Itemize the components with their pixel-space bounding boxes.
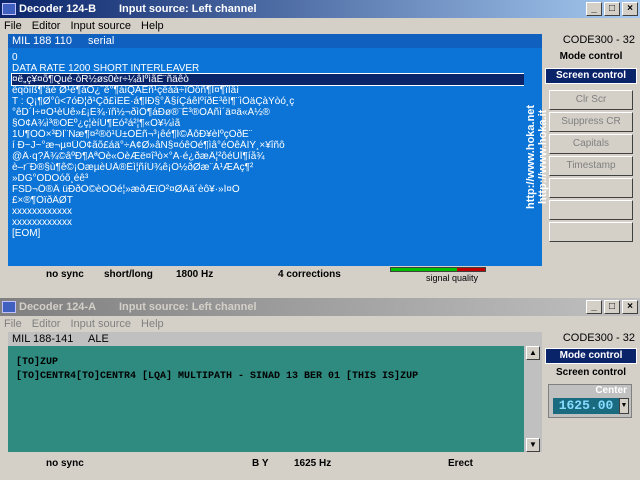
blank-button[interactable]	[549, 178, 633, 198]
input-source-label: Input source: Left channel	[119, 301, 257, 313]
menu-help[interactable]: Help	[141, 20, 164, 32]
input-source-label: Input source: Left channel	[119, 3, 257, 15]
text-line: °êD´Ì÷¤Ó¹èÚê»£¡Ê¾·ïñ½¬ðìÖ¶áÐø®¨Ë³®ÔÁñì´ä…	[12, 107, 270, 118]
maximize-button[interactable]: □	[604, 2, 620, 16]
text-line: è–r¨Ð®§ù¶ê©¡ÓæµèÙÄ®Ëì¦ñíÙ¾ê¡Ô½ðØæ¨Á¹ÆÂç¶…	[12, 162, 254, 173]
screen-control-button[interactable]: Screen control	[545, 366, 637, 382]
text-line: [TO]ZUP	[16, 357, 59, 368]
menu-help[interactable]: Help	[141, 318, 164, 330]
menu-file[interactable]: File	[4, 318, 22, 330]
text-line: @Ä·q?Å¾©âºÐ¶ÁªÕè«ÒèÆë¤î³ò×°Á·é¿ðæÄ¦²ôéÚÏ…	[12, 151, 265, 162]
code-label: CODE300 - 32	[562, 332, 635, 344]
titlebar[interactable]: Decoder 124-A Input source: Left channel…	[0, 298, 640, 316]
decoded-text-area[interactable]: 0 DATA RATE 1200 SHORT INTERLEAVER ¤ë„ç¥¤õ…	[8, 48, 542, 266]
menu-input-source[interactable]: Input source	[70, 20, 131, 32]
erect-status: Erect	[448, 457, 474, 469]
menu-editor[interactable]: Editor	[32, 318, 61, 330]
blank-button[interactable]	[549, 222, 633, 242]
window-title: Decoder 124-B	[19, 3, 97, 15]
titlebar[interactable]: Decoder 124-B Input source: Left channel…	[0, 0, 640, 18]
clr-scr-button[interactable]: Clr Scr	[549, 90, 633, 110]
mode-label: MIL 188-141	[12, 333, 74, 345]
mode-bar: MIL 188-141 ALE	[8, 332, 542, 346]
decoded-text-area[interactable]: [TO]ZUP [TO]CENTR4[TO]CENTR4 [LQA] MULTI…	[8, 346, 542, 452]
menubar: File Editor Input source Help	[0, 316, 640, 332]
mode-control-button[interactable]: Mode control	[545, 348, 637, 364]
menubar: File Editor Input source Help	[0, 18, 640, 34]
text-line: DATA RATE 1200 SHORT INTERLEAVER	[12, 63, 200, 74]
text-line: xxxxxxxxxxxx	[12, 217, 72, 228]
text-line: [TO]CENTR4[TO]CENTR4 [LQA] MULTIPATH - S…	[16, 371, 419, 382]
text-line: ëqöîß¶’äè Ø¹è¶áÕ¿¨ê°¶àìQÄËñ¹çêàá÷îÖöñ¶Í¤…	[12, 85, 239, 96]
mode-sub-label: ALE	[88, 333, 109, 345]
decoder-window-a: Decoder 124-A Input source: Left channel…	[0, 298, 640, 480]
app-icon	[2, 301, 16, 313]
mode-control-button[interactable]: Mode control	[545, 50, 637, 66]
status-bar: no sync short/long 1800 Hz 4 corrections…	[8, 267, 636, 283]
chevron-down-icon[interactable]: ▼	[619, 398, 629, 414]
code-label: CODE300 - 32	[562, 34, 635, 46]
menu-file[interactable]: File	[4, 20, 22, 32]
banner-url-net: http://www.hoka.net	[525, 104, 537, 210]
suppress-cr-button[interactable]: Suppress CR	[549, 112, 633, 132]
minimize-button[interactable]: _	[586, 300, 602, 314]
decoder-window-b: Decoder 124-B Input source: Left channel…	[0, 0, 640, 295]
capitals-button[interactable]: Capitals	[549, 134, 633, 154]
center-frequency-value[interactable]: 1625.00	[553, 398, 619, 414]
sync-status: no sync	[46, 457, 84, 469]
side-banner: http://www.hoka.net http://www.hoka.it	[524, 48, 549, 266]
minimize-button[interactable]: _	[586, 2, 602, 16]
frequency-status: 1800 Hz	[176, 268, 214, 280]
center-frequency-control: Center 1625.00 ▼	[548, 384, 632, 418]
signal-quality-label: signal quality	[426, 273, 479, 283]
app-icon	[2, 3, 16, 15]
screen-control-button[interactable]: Screen control	[545, 68, 637, 84]
text-line: ¤ë„ç¥¤õ¶Qué·òR½øs0èr÷¼âÍºìãË¨ñäêò	[11, 73, 539, 86]
control-panel: CODE300 - 32 Mode control Screen control	[545, 332, 637, 382]
close-button[interactable]: ×	[622, 2, 638, 16]
decoder-output-panel: MIL 188-141 ALE [TO]ZUP [TO]CENTR4[TO]CE…	[8, 332, 542, 452]
mode-bar: MIL 188 110 serial	[8, 34, 542, 48]
blank-button[interactable]	[549, 200, 633, 220]
text-line: [EOM]	[12, 228, 41, 239]
text-line: T : Q¡¶Ø°û<7óÐ¦ð¹Çð£ìÊË·á¶ÌÐ§°Å§íÇáêÍºíð…	[12, 96, 295, 107]
text-line: í Ð~J~°æ¬µ¤ÜÔ¢ãõ£áä°÷Ã¢Ø»âÑ§¤óêÒé¶ìâ°éÔê…	[12, 140, 285, 151]
decoder-output-panel: MIL 188 110 serial 0 DATA RATE 1200 SHORT…	[8, 34, 549, 266]
timestamp-button[interactable]: Timestamp	[549, 156, 633, 176]
mode-sub-label: serial	[88, 35, 115, 47]
corrections-status: 4 corrections	[278, 268, 341, 280]
mode-label: MIL 188 110	[12, 35, 72, 47]
text-line: 0	[12, 52, 18, 63]
text-line: FSD¬Ö®Ä üÐðÕ©èÓÕé­¦»æðÆïÖ²¤ØÂä´èô¥·»Í¤Ò	[12, 184, 240, 195]
frequency-status: 1625 Hz	[294, 457, 332, 469]
menu-input-source[interactable]: Input source	[70, 318, 131, 330]
vertical-scrollbar[interactable]: ▲ ▼	[524, 346, 542, 452]
window-title: Decoder 124-A	[19, 301, 97, 313]
sync-status: no sync	[46, 268, 84, 280]
signal-quality-bar	[390, 267, 486, 272]
text-line: »DG°ODOóõ¸éê³	[12, 173, 89, 184]
control-panel: CODE300 - 32 Mode control Screen control…	[545, 34, 637, 242]
scroll-down-icon[interactable]: ▼	[526, 438, 540, 452]
menu-editor[interactable]: Editor	[32, 20, 61, 32]
text-line: xxxxxxxxxxxx	[12, 206, 72, 217]
text-line: £×®¶ÔïðÄØT	[12, 195, 73, 206]
maximize-button[interactable]: □	[604, 300, 620, 314]
scroll-up-icon[interactable]: ▲	[526, 346, 540, 360]
close-button[interactable]: ×	[622, 300, 638, 314]
interleave-status: short/long	[104, 268, 153, 280]
status-bar: no sync B Y 1625 Hz Erect	[8, 456, 636, 470]
center-label: Center	[595, 385, 627, 396]
by-status: B Y	[252, 457, 269, 469]
text-line: §Õ¢Á¾ì³®ÓÉº¿ç­¦èíÚ¶Êó²á²¦¶«Ô¥¼ìã	[12, 118, 181, 129]
text-line: 1Ú¶ÓÖ×³ÐÎ¨Ñæ¶¤²®­ö¹Ú±ÒËñ¬³¡êé¶Í©ÅôÐ¥èÍºç…	[12, 129, 253, 140]
